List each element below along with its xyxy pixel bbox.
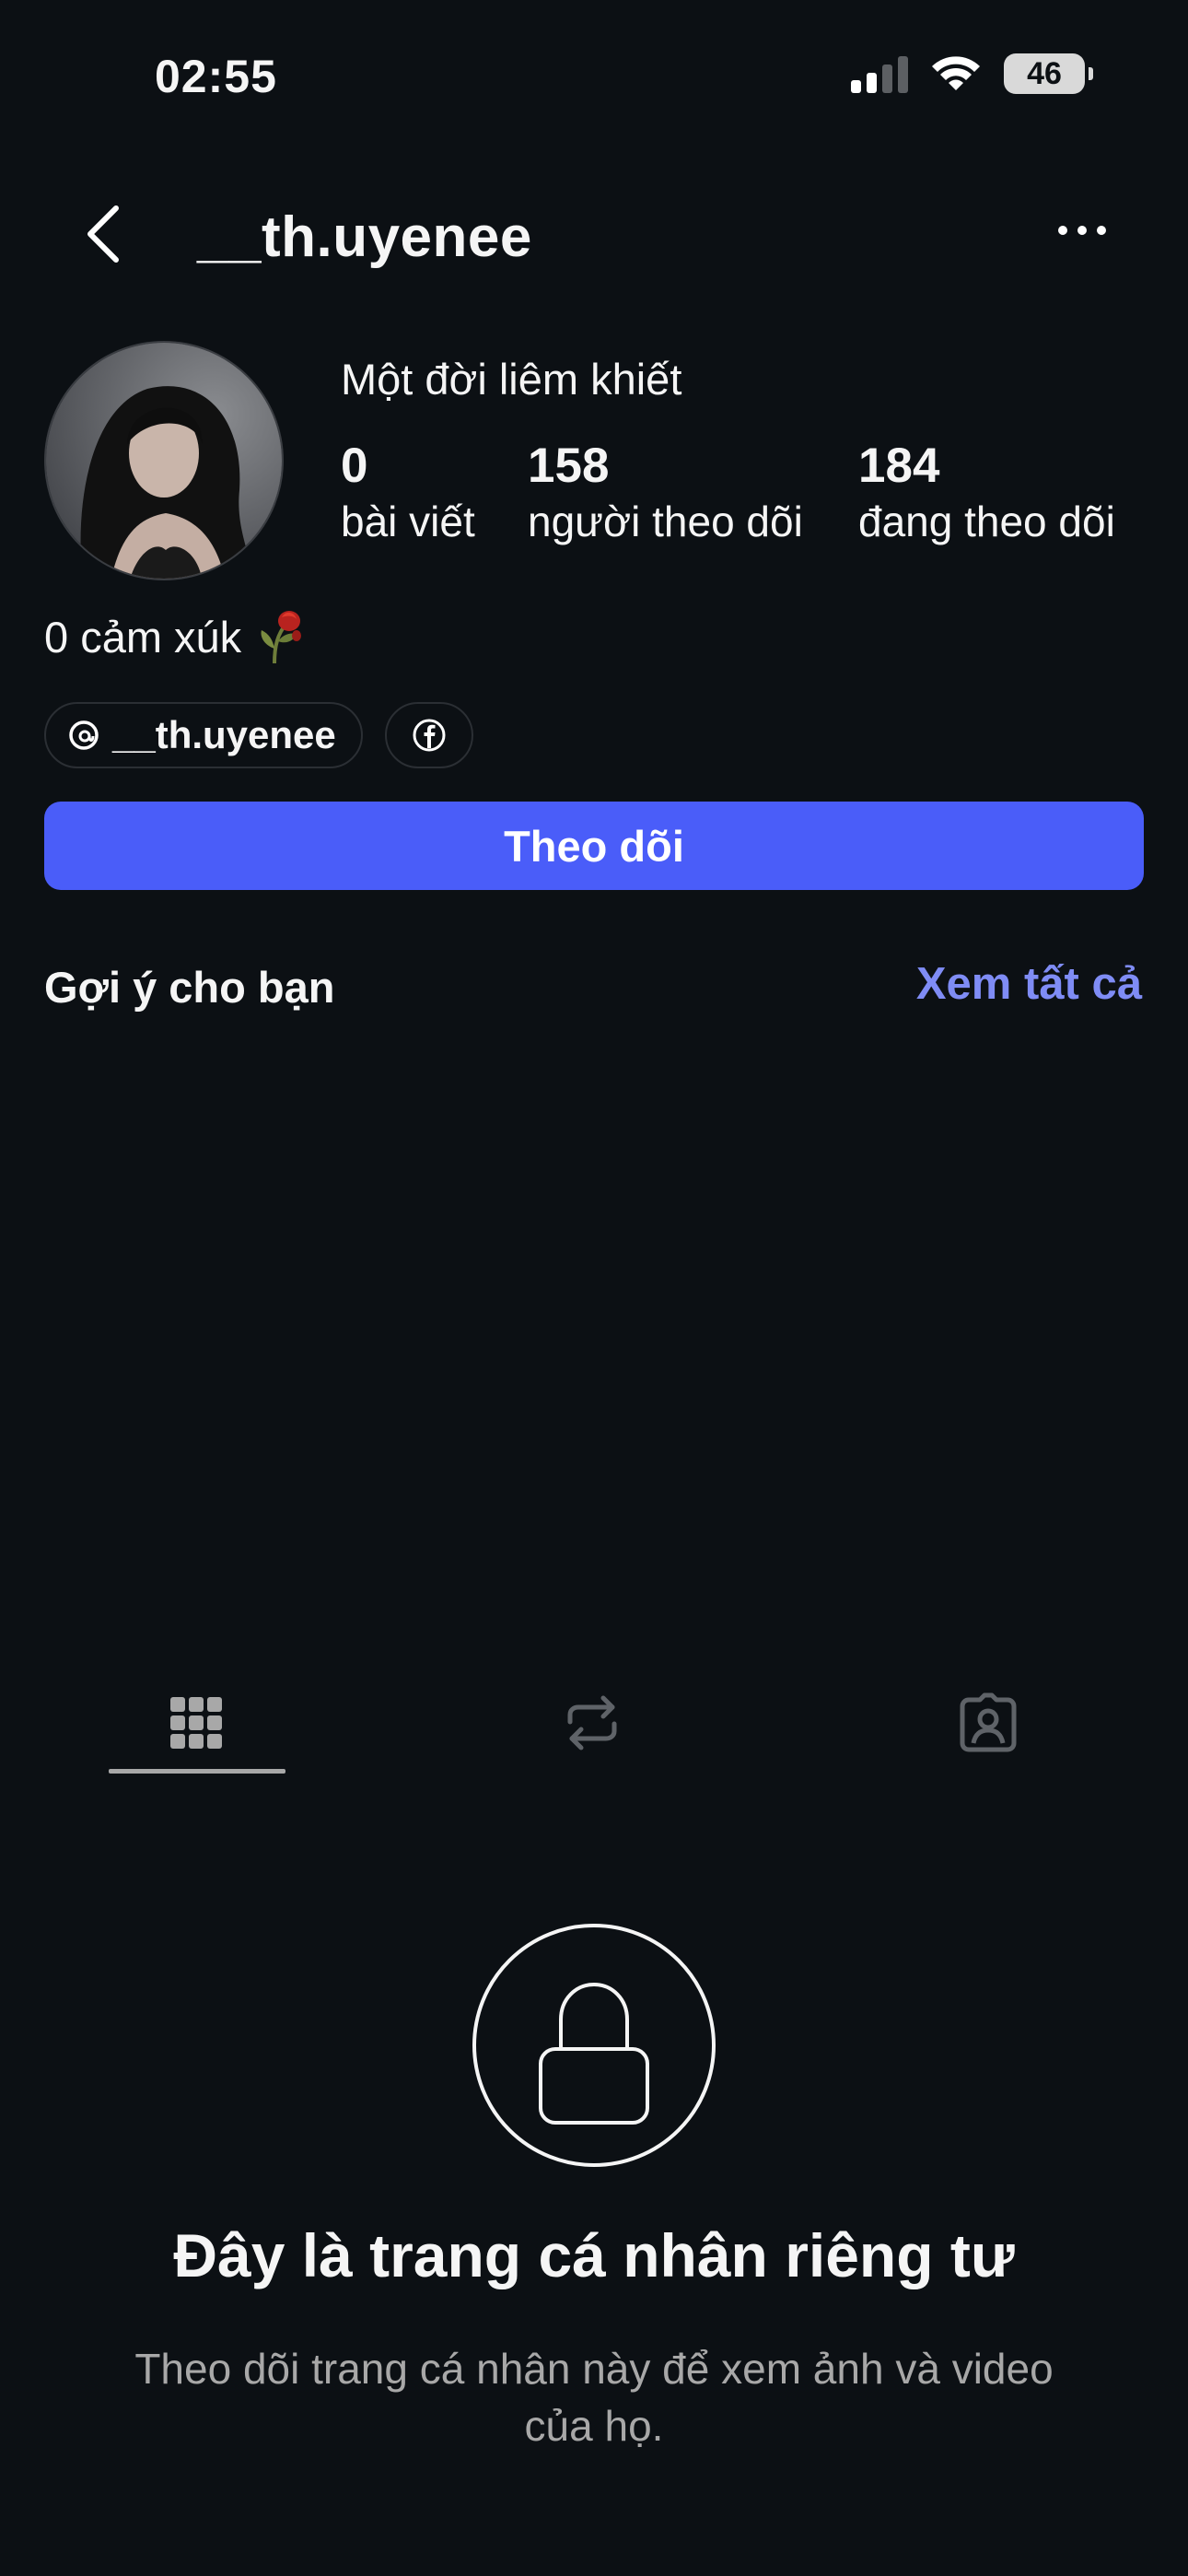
posts-count: 0 <box>341 439 368 493</box>
wilted-rose-emoji <box>261 611 302 664</box>
lock-icon <box>539 1983 649 2125</box>
active-tab-indicator <box>109 1769 285 1774</box>
followers-label: người theo dõi <box>528 498 803 545</box>
following-stat[interactable]: 184 đang theo dõi <box>858 439 1115 549</box>
suggestions-title: Gợi ý cho bạn <box>44 963 335 1012</box>
wifi-icon <box>932 56 980 90</box>
private-account-title: Đây là trang cá nhân riêng tư <box>173 2221 1015 2289</box>
back-button[interactable] <box>76 197 131 271</box>
battery-level: 46 <box>1027 55 1062 91</box>
grid-icon <box>170 1697 222 1749</box>
follow-button[interactable]: Theo dõi <box>44 802 1144 890</box>
repost-icon <box>567 1695 617 1751</box>
status-time: 02:55 <box>155 51 277 102</box>
battery-icon: 46 <box>1004 53 1093 94</box>
chevron-left-icon <box>87 205 119 263</box>
threads-icon <box>69 720 99 750</box>
lock-circle <box>472 1924 716 2167</box>
threads-link-chip[interactable]: __th.uyenee <box>44 702 363 768</box>
tab-tagged[interactable] <box>901 1677 1076 1769</box>
tab-reposts[interactable] <box>505 1677 680 1769</box>
following-count: 184 <box>858 439 940 493</box>
bio-text: 0 cảm xúk <box>44 612 242 662</box>
profile-bio: 0 cảm xúk <box>44 608 309 665</box>
avatar-photo <box>46 343 282 579</box>
more-horizontal-icon <box>1058 226 1106 235</box>
profile-username: __th.uyenee <box>197 205 532 269</box>
threads-handle: __th.uyenee <box>112 713 336 756</box>
private-account-subtitle: Theo dõi trang cá nhân này để xem ảnh và… <box>134 2345 1054 2450</box>
profile-page: 02:55 46 __th.uyenee Một đời liêm khiết … <box>0 0 1188 2576</box>
followers-count: 158 <box>528 439 610 493</box>
facebook-link-chip[interactable] <box>385 702 473 768</box>
profile-display-name: Một đời liêm khiết <box>341 355 682 404</box>
see-all-link[interactable]: Xem tất cả <box>916 958 1142 1010</box>
followers-stat[interactable]: 158 người theo dõi <box>528 439 803 549</box>
following-label: đang theo dõi <box>858 498 1115 545</box>
profile-avatar[interactable] <box>44 341 284 580</box>
tab-grid[interactable] <box>109 1677 284 1769</box>
cellular-signal-icon <box>851 54 908 93</box>
facebook-icon <box>413 719 446 752</box>
tagged-person-icon <box>960 1692 1017 1752</box>
posts-stat: 0 bài viết <box>341 439 475 549</box>
more-options-button[interactable] <box>1050 203 1114 258</box>
status-icons: 46 <box>851 53 1093 94</box>
posts-label: bài viết <box>341 498 475 545</box>
